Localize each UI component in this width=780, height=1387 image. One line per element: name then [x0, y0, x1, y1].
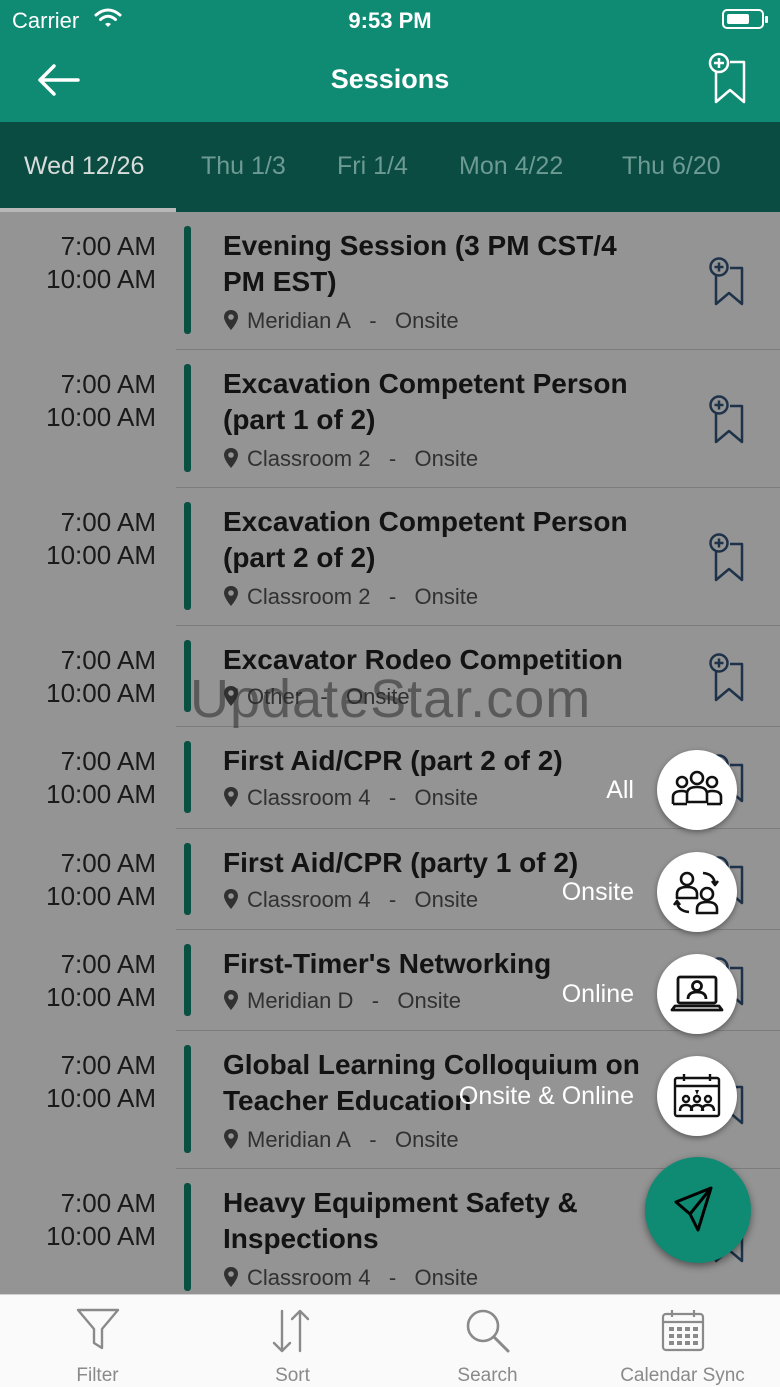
filter-label: Filter: [76, 1365, 119, 1386]
filter-icon: [76, 1308, 120, 1350]
calendar-icon: [661, 1310, 705, 1352]
calendar-audience-icon: [673, 1074, 721, 1118]
sort-tab[interactable]: Sort: [195, 1295, 390, 1387]
tab-thu-6-20[interactable]: Thu 6/20: [622, 152, 721, 181]
group-icon: [671, 770, 723, 806]
fab-label-online[interactable]: Online: [562, 980, 634, 1009]
filter-onsite-button[interactable]: [657, 852, 737, 932]
fab-label-all[interactable]: All: [606, 776, 634, 805]
filter-all-button[interactable]: [657, 750, 737, 830]
clock: 9:53 PM: [348, 8, 432, 33]
bookmark-add-icon[interactable]: [708, 52, 748, 106]
filter-onsite-online-button[interactable]: [657, 1056, 737, 1136]
send-icon: [674, 1186, 713, 1232]
nav-header: Sessions: [0, 40, 780, 122]
battery-icon: [722, 9, 768, 29]
filter-tab[interactable]: Filter: [0, 1295, 195, 1387]
dim-overlay[interactable]: [0, 212, 780, 1294]
page-title: Sessions: [330, 64, 450, 94]
filter-online-button[interactable]: [657, 954, 737, 1034]
filter-fab-button[interactable]: [645, 1157, 751, 1263]
sort-icon: [272, 1309, 310, 1353]
tab-thu-1-3[interactable]: Thu 1/3: [201, 152, 286, 181]
fab-label-onsite-online[interactable]: Onsite & Online: [459, 1082, 634, 1111]
status-bar: Carrier 9:53 PM: [0, 0, 780, 40]
search-label: Search: [457, 1365, 518, 1386]
watermark: UpdateStar.com: [190, 669, 592, 729]
date-tab-bar: Wed 12/26 Thu 1/3 Fri 1/4 Mon 4/22 Thu 6…: [0, 122, 780, 212]
search-tab[interactable]: Search: [390, 1295, 585, 1387]
tab-fri-1-4[interactable]: Fri 1/4: [337, 152, 408, 181]
bottom-toolbar: Filter Sort Search Calendar Sync: [0, 1294, 780, 1387]
search-icon: [466, 1309, 510, 1353]
laptop-user-icon: [670, 975, 724, 1012]
onsite-people-icon: [672, 871, 720, 915]
calendar-sync-label: Calendar Sync: [620, 1365, 745, 1386]
calendar-sync-tab[interactable]: Calendar Sync: [585, 1295, 780, 1387]
tab-wed-12-26[interactable]: Wed 12/26: [24, 152, 144, 181]
sort-label: Sort: [275, 1365, 310, 1386]
tab-mon-4-22[interactable]: Mon 4/22: [459, 152, 563, 181]
fab-label-onsite[interactable]: Onsite: [562, 878, 634, 907]
